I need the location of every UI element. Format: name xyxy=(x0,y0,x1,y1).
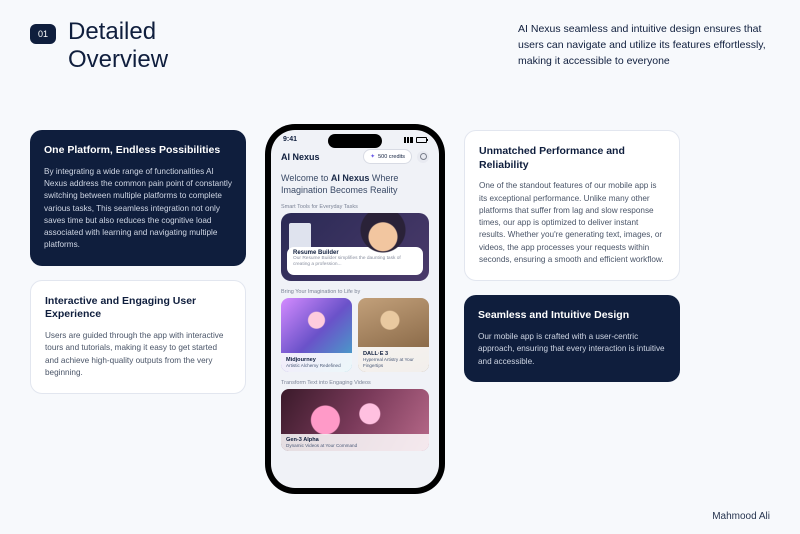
slide-title-line2: Overview xyxy=(68,46,168,73)
welcome-bold: AI Nexus xyxy=(331,173,370,183)
welcome-text: Welcome to AI Nexus Where Imagination Be… xyxy=(271,170,439,202)
phone-screen: 9:41 AI Nexus 500 credits xyxy=(271,130,439,488)
phone-notch xyxy=(328,134,382,148)
section-label-videos: Transform Text into Engaging Videos xyxy=(271,378,439,389)
credits-pill[interactable]: 500 credits xyxy=(363,149,412,164)
card-interactive-ux: Interactive and Engaging User Experience… xyxy=(30,280,246,394)
tile-midjourney[interactable]: Midjourney Artistic Alchemy Redefined xyxy=(281,298,352,372)
welcome-pre: Welcome to xyxy=(281,173,331,183)
card-desc: Artistic Alchemy Redefined xyxy=(286,363,347,369)
signal-icon xyxy=(404,137,413,143)
battery-icon xyxy=(416,137,427,143)
slide-title: Detailed Overview xyxy=(68,18,168,73)
card-body: Our mobile app is crafted with a user-ce… xyxy=(478,331,666,368)
card-body: One of the standout features of our mobi… xyxy=(479,180,665,266)
status-time: 9:41 xyxy=(283,136,297,143)
card-one-platform: One Platform, Endless Possibilities By i… xyxy=(30,130,246,266)
card-title: Interactive and Engaging User Experience xyxy=(45,295,231,322)
card-body: Users are guided through the app with in… xyxy=(45,330,231,379)
phone-mockup-column: 9:41 AI Nexus 500 credits xyxy=(260,124,450,504)
settings-icon[interactable] xyxy=(417,151,429,163)
right-column: Unmatched Performance and Reliability On… xyxy=(464,130,680,504)
section-label-tools: Smart Tools for Everyday Tasks xyxy=(271,202,439,213)
slide-title-line1: Detailed xyxy=(68,18,156,45)
card-desc: Our Resume Builder simplifies the daunti… xyxy=(293,256,417,268)
slide-header: 01 Detailed Overview AI Nexus seamless a… xyxy=(30,18,770,73)
card-title: Seamless and Intuitive Design xyxy=(478,309,666,323)
left-column: One Platform, Endless Possibilities By i… xyxy=(30,130,246,504)
phone-frame: 9:41 AI Nexus 500 credits xyxy=(265,124,445,494)
app-bar: AI Nexus 500 credits xyxy=(271,145,439,170)
card-title: One Platform, Endless Possibilities xyxy=(44,144,232,158)
author: Mahmood Ali xyxy=(712,511,770,522)
tile-gen3[interactable]: Gen-3 Alpha Dynamic Videos at Your Comma… xyxy=(281,389,429,451)
hero-card-resume[interactable]: Resume Builder Our Resume Builder simpli… xyxy=(281,213,429,281)
section-label-imagination: Bring Your Imagination to Life by xyxy=(271,287,439,298)
slide-subtitle: AI Nexus seamless and intuitive design e… xyxy=(518,22,770,69)
card-desc: Hyperreal Artistry at Your Fingertips xyxy=(363,357,424,368)
card-body: By integrating a wide range of functiona… xyxy=(44,166,232,252)
tile-dalle[interactable]: DALL·E 3 Hyperreal Artistry at Your Fing… xyxy=(358,298,429,372)
app-name: AI Nexus xyxy=(281,152,320,162)
card-performance: Unmatched Performance and Reliability On… xyxy=(464,130,680,281)
card-seamless-design: Seamless and Intuitive Design Our mobile… xyxy=(464,295,680,382)
slide-number-badge: 01 xyxy=(30,24,56,44)
card-desc: Dynamic Videos at Your Command xyxy=(286,443,424,448)
card-title: Unmatched Performance and Reliability xyxy=(479,145,665,172)
